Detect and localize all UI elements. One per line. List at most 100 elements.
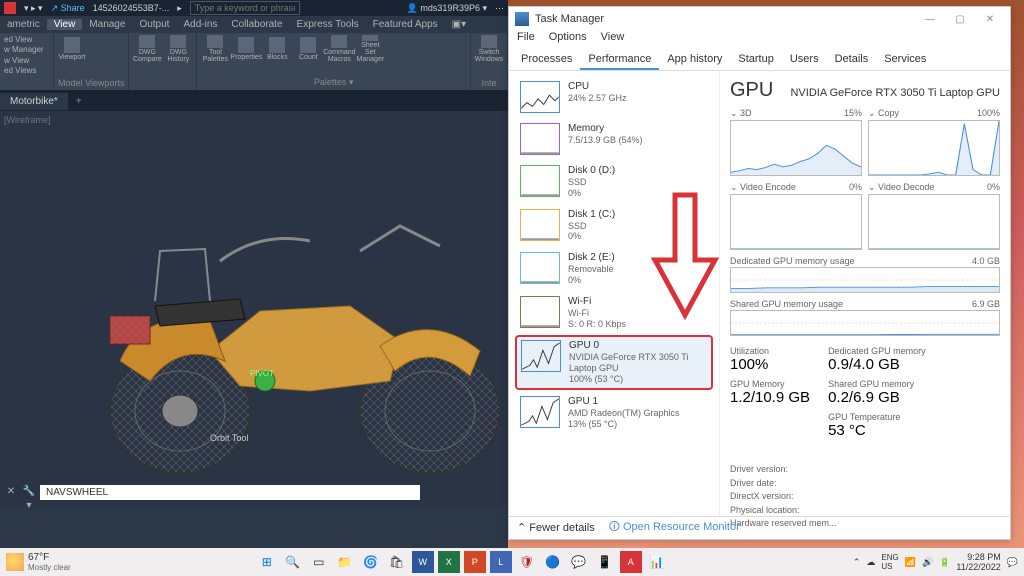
sparkline-icon [520, 396, 560, 428]
word-icon[interactable]: W [412, 551, 434, 573]
count-button[interactable]: Count [294, 35, 322, 63]
perf-item-gpu-0[interactable]: GPU 0NVIDIA GeForce RTX 3050 Ti Laptop G… [515, 335, 713, 389]
minimize-button[interactable]: — [916, 14, 944, 25]
maximize-button[interactable]: ▢ [946, 14, 974, 25]
tab-services[interactable]: Services [876, 49, 934, 70]
windows-taskbar[interactable]: 67°FMostly clear ⊞ 🔍 ▭ 📁 🌀 🛍 W X P L 🛡 🔵… [0, 548, 1024, 576]
menu-view[interactable]: View [601, 31, 625, 49]
motorbike-model: PIVOT Orbit Tool [60, 211, 500, 491]
new-tab-button[interactable]: + [68, 96, 90, 107]
perf-item-gpu-1[interactable]: GPU 1AMD Radeon(TM) Graphics13% (55 °C) [515, 392, 713, 434]
command-input[interactable] [40, 485, 420, 500]
dwg-compare-button[interactable]: DWG Compare [133, 35, 161, 63]
onedrive-icon[interactable]: ☁ [866, 557, 875, 568]
perf-item-disk-0-d-[interactable]: Disk 0 (D:)SSD0% [515, 161, 713, 203]
cmd-config-icon[interactable]: 🔧▾ [22, 485, 36, 499]
gpu-detail-pane: GPU NVIDIA GeForce RTX 3050 Ti Laptop GP… [719, 71, 1010, 516]
weather-widget[interactable]: 67°FMostly clear [6, 552, 71, 572]
named-views-list[interactable]: ed View w Manager w View ed Views [4, 35, 49, 77]
clock[interactable]: 9:28 PM11/22/2022 [956, 552, 1000, 572]
app-icon[interactable]: L [490, 551, 512, 573]
sparkline-icon [520, 81, 560, 113]
wifi-icon[interactable]: 📶 [905, 557, 916, 568]
start-button[interactable]: ⊞ [256, 551, 278, 573]
dwg-history-button[interactable]: DWG History [164, 35, 192, 63]
tm-menubar: File Options View [509, 31, 1010, 49]
autodesk-icon[interactable]: A [620, 551, 642, 573]
tab-featured[interactable]: Featured Apps [366, 19, 445, 30]
tab-apphistory[interactable]: App history [659, 49, 730, 70]
properties-button[interactable]: Properties [232, 35, 260, 63]
battery-icon[interactable]: 🔋 [939, 557, 950, 568]
share-button[interactable]: ↗ Share [51, 3, 85, 14]
tab-output[interactable]: Output [132, 19, 176, 30]
perf-item-disk-1-c-[interactable]: Disk 1 (C:)SSD0% [515, 205, 713, 247]
tab-details[interactable]: Details [827, 49, 877, 70]
user-menu[interactable]: 👤 mds319R39P6 ▾ [407, 3, 487, 14]
sparkline-icon [520, 296, 560, 328]
perf-item-cpu[interactable]: CPU24% 2.57 GHz [515, 77, 713, 117]
command-macros-button[interactable]: Command Macros [325, 35, 353, 63]
tab-users[interactable]: Users [782, 49, 827, 70]
tool-palettes-button[interactable]: Tool Palettes [201, 35, 229, 63]
menu-options[interactable]: Options [549, 31, 587, 49]
tab-performance[interactable]: Performance [580, 49, 659, 70]
tab-startup[interactable]: Startup [730, 49, 781, 70]
tab-express[interactable]: Express Tools [290, 19, 366, 30]
tab-collaborate[interactable]: Collaborate [224, 19, 289, 30]
edge-icon[interactable]: 🌀 [360, 551, 382, 573]
blocks-button[interactable]: Blocks [263, 35, 291, 63]
perf-item-disk-2-e-[interactable]: Disk 2 (E:)Removable0% [515, 248, 713, 290]
command-line[interactable]: ✕ 🔧▾ [4, 482, 420, 502]
tab-parametric[interactable]: ametric [0, 19, 47, 30]
doc-tab-motorbike[interactable]: Motorbike* [0, 93, 68, 110]
volume-icon[interactable]: 🔊 [922, 557, 933, 568]
gpu-stat-col: Utilization100%GPU Memory1.2/10.9 GB [730, 346, 810, 445]
viewport-config-button[interactable]: Viewport [58, 35, 86, 63]
tm-titlebar[interactable]: Task Manager — ▢ ✕ [509, 7, 1010, 31]
perf-item-wi-fi[interactable]: Wi-FiWi-FiS: 0 R: 0 Kbps [515, 292, 713, 334]
mcafee-icon[interactable]: 🛡 [516, 551, 538, 573]
tab-addins[interactable]: Add-ins [176, 19, 224, 30]
taskbar-center: ⊞ 🔍 ▭ 📁 🌀 🛍 W X P L 🛡 🔵 💬 📱 A 📊 [71, 551, 853, 573]
taskview-button[interactable]: ▭ [308, 551, 330, 573]
viewport[interactable]: [Wireframe] [0, 111, 508, 506]
open-resmon-link[interactable]: 🛈 Open Resource Monitor [609, 518, 740, 537]
fewer-details-button[interactable]: ⌃ Fewer details [517, 521, 595, 534]
gpu-mem-chart-1[interactable]: Shared GPU memory usage6.9 GB [730, 299, 1000, 336]
gpu-chart-3d[interactable]: ⌄ 3D15% [730, 108, 862, 176]
gpu-mem-chart-0[interactable]: Dedicated GPU memory usage4.0 GB [730, 256, 1000, 293]
app2-icon[interactable]: 📱 [594, 551, 616, 573]
tab-manage[interactable]: Manage [82, 19, 132, 30]
store-icon[interactable]: 🛍 [386, 551, 408, 573]
sparkline-icon [520, 209, 560, 241]
help-search-input[interactable] [190, 1, 300, 15]
sheetset-button[interactable]: Sheet Set Manager [356, 35, 384, 63]
tm-taskbar-icon[interactable]: 📊 [646, 551, 668, 573]
chrome-icon[interactable]: 🔵 [542, 551, 564, 573]
gpu-chart-video-encode[interactable]: ⌄ Video Encode0% [730, 182, 862, 250]
notifications-icon[interactable]: 💬 [1007, 557, 1018, 568]
doc-id: 14526024553B7-... [93, 3, 170, 13]
ppt-icon[interactable]: P [464, 551, 486, 573]
tray-chevron-icon[interactable]: ⌃ [853, 557, 861, 568]
search-button[interactable]: 🔍 [282, 551, 304, 573]
switch-windows-button[interactable]: Switch Windows [475, 35, 503, 63]
gpu-chart-video-decode[interactable]: ⌄ Video Decode0% [868, 182, 1000, 250]
close-button[interactable]: ✕ [976, 14, 1004, 25]
language-indicator[interactable]: ENGUS [881, 553, 898, 571]
perf-item-memory[interactable]: Memory7.5/13.9 GB (54%) [515, 119, 713, 159]
close-cmd-icon[interactable]: ✕ [4, 485, 18, 499]
menu-file[interactable]: File [517, 31, 535, 49]
gpu-chart-copy[interactable]: ⌄ Copy100% [868, 108, 1000, 176]
excel-icon[interactable]: X [438, 551, 460, 573]
explorer-icon[interactable]: 📁 [334, 551, 356, 573]
tab-more-icon[interactable]: ▣▾ [445, 19, 473, 30]
discord-icon[interactable]: 💬 [568, 551, 590, 573]
sparkline-icon [520, 123, 560, 155]
system-tray[interactable]: ⌃ ☁ ENGUS 📶 🔊 🔋 9:28 PM11/22/2022 💬 [853, 552, 1018, 572]
svg-text:Orbit Tool: Orbit Tool [210, 433, 248, 443]
acad-ribbon-tabs: ametric View Manage Output Add-ins Colla… [0, 16, 508, 33]
tab-processes[interactable]: Processes [513, 49, 580, 70]
tab-view[interactable]: View [47, 19, 83, 30]
